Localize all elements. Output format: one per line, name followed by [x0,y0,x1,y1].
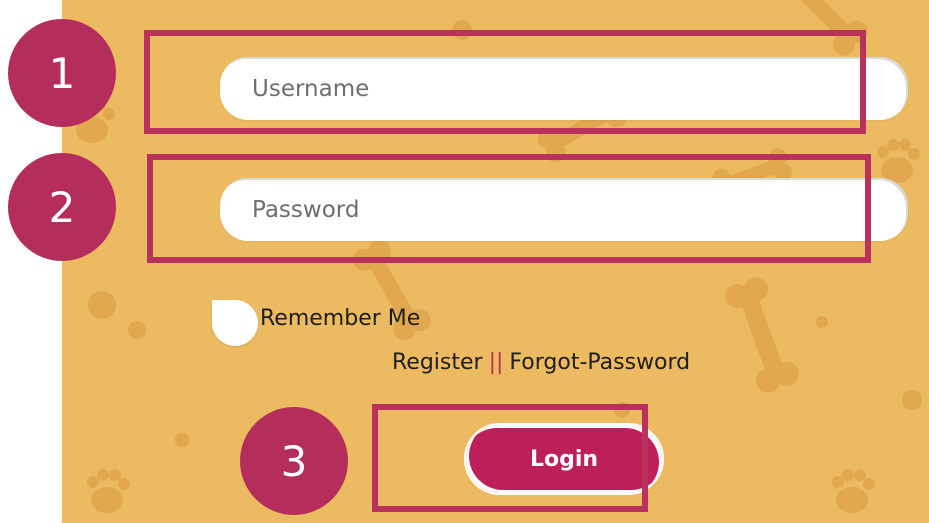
step-2-badge: 2 [8,153,116,261]
paw-print-icon [877,139,920,183]
username-highlight-box [144,30,866,134]
login-screen: Username Password Remember Me Register ||… [0,0,929,523]
paw-print-icon [87,469,130,513]
paw-print-icon [832,469,875,513]
step-1-badge: 1 [8,19,116,127]
remember-me-label: Remember Me [260,306,421,331]
remember-me-checkbox[interactable] [212,300,258,346]
login-button-highlight-box [372,404,648,512]
password-highlight-box [147,154,871,263]
links-separator: || [488,350,504,375]
bone-icon [725,277,799,393]
step-3-badge: 3 [240,407,348,515]
account-links: Register || Forgot-Password [392,350,690,375]
forgot-password-link[interactable]: Forgot-Password [509,350,690,375]
register-link[interactable]: Register [392,350,483,375]
remember-me-row: Remember Me [212,300,420,346]
